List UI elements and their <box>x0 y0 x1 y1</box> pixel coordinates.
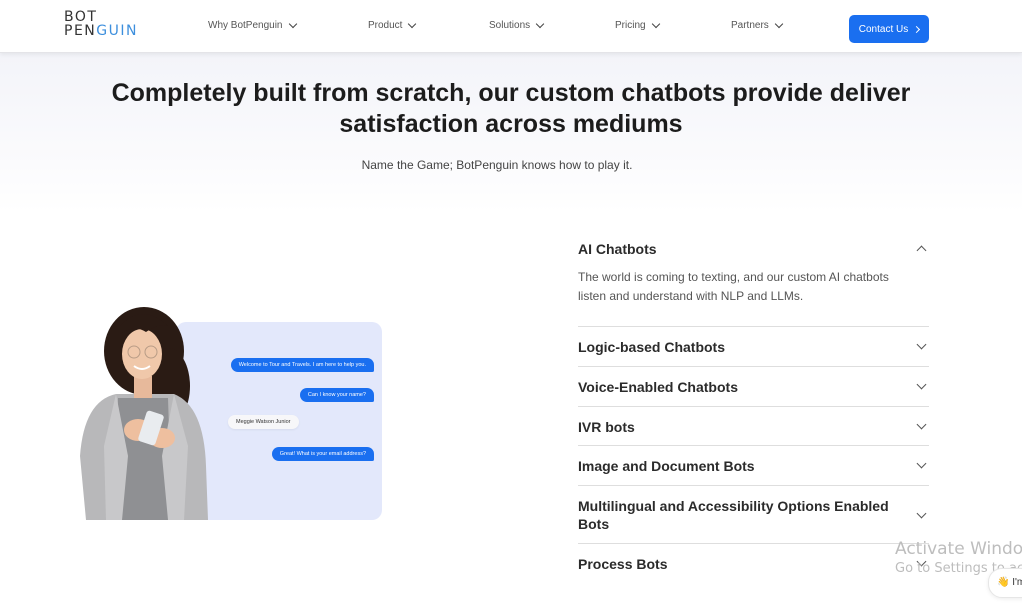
logo-bottom-text: PENGUIN <box>64 24 138 38</box>
accordion-item-ivr-bots[interactable]: IVR bots <box>578 407 929 446</box>
chevron-down-icon <box>288 19 297 28</box>
chevron-down-icon <box>651 19 660 28</box>
chevron-down-icon <box>408 19 417 28</box>
nav-label: Product <box>368 20 403 31</box>
accordion-description: The world is coming to texting, and our … <box>578 270 889 303</box>
woman-with-phone-image <box>80 307 208 520</box>
accordion-item-process-bots[interactable]: Process Bots <box>578 544 929 584</box>
chat-bubble-bot: Can I know your name? <box>299 388 374 402</box>
chat-widget-launcher[interactable]: 👋 I'm <box>988 568 1022 598</box>
nav-label: Partners <box>731 20 769 31</box>
botpenguin-logo[interactable]: BOT PENGUIN <box>64 10 138 38</box>
nav-pricing[interactable]: Pricing <box>615 19 660 31</box>
accordion-title: Process Bots <box>578 556 668 572</box>
accordion-title: Image and Document Bots <box>578 458 755 474</box>
accordion-title: Logic-based Chatbots <box>578 339 726 355</box>
nav-partners[interactable]: Partners <box>731 19 784 31</box>
hero-section: Completely built from scratch, our custo… <box>0 53 1022 213</box>
accordion-title: Multilingual and Accessibility Options E… <box>578 498 889 532</box>
chat-widget-text: I'm <box>1012 577 1022 588</box>
contact-us-button[interactable]: Contact Us <box>849 15 929 43</box>
accordion-item-voice-enabled[interactable]: Voice-Enabled Chatbots <box>578 367 929 407</box>
accordion-item-image-document[interactable]: Image and Document Bots <box>578 446 929 486</box>
chat-bubble-bot: Welcome to Tour and Travels. I am here t… <box>230 358 374 372</box>
nav-why-botpenguin[interactable]: Why BotPenguin <box>208 19 297 31</box>
accordion-title: Voice-Enabled Chatbots <box>578 379 738 395</box>
hero-title: Completely built from scratch, our custo… <box>111 79 911 138</box>
logo-pen: PEN <box>64 23 97 39</box>
logo-guin: GUIN <box>96 23 138 39</box>
site-header: BOT PENGUIN Why BotPenguin Product Solut… <box>0 0 1022 53</box>
accordion-item-ai-chatbots[interactable]: AI Chatbots The world is coming to texti… <box>578 228 929 327</box>
chevron-down-icon <box>535 19 545 28</box>
accordion-item-multilingual[interactable]: Multilingual and Accessibility Options E… <box>578 486 929 544</box>
accordion-item-logic-based[interactable]: Logic-based Chatbots <box>578 327 929 367</box>
nav-label: Why BotPenguin <box>208 20 283 31</box>
nav-product[interactable]: Product <box>368 19 417 31</box>
waving-hand-icon: 👋 <box>997 577 1010 588</box>
logo-top-text: BOT <box>64 9 98 25</box>
nav-solutions[interactable]: Solutions <box>489 19 545 31</box>
chatbot-illustration: Welcome to Tour and Travels. I am here t… <box>76 300 416 525</box>
chat-bubble-bot: Great! What is your email address? <box>271 447 374 461</box>
nav-label: Solutions <box>489 20 531 31</box>
accordion-title: AI Chatbots <box>578 241 657 257</box>
chevron-right-icon <box>913 25 921 33</box>
chatbot-types-accordion: AI Chatbots The world is coming to texti… <box>578 228 929 584</box>
contact-us-label: Contact Us <box>858 23 909 35</box>
nav-label: Pricing <box>615 20 646 31</box>
chevron-down-icon <box>774 19 784 28</box>
hero-subtitle: Name the Game; BotPenguin knows how to p… <box>361 158 633 172</box>
accordion-title: IVR bots <box>578 419 635 435</box>
chat-bubble-user: Meggie Watson Junior <box>228 415 299 429</box>
